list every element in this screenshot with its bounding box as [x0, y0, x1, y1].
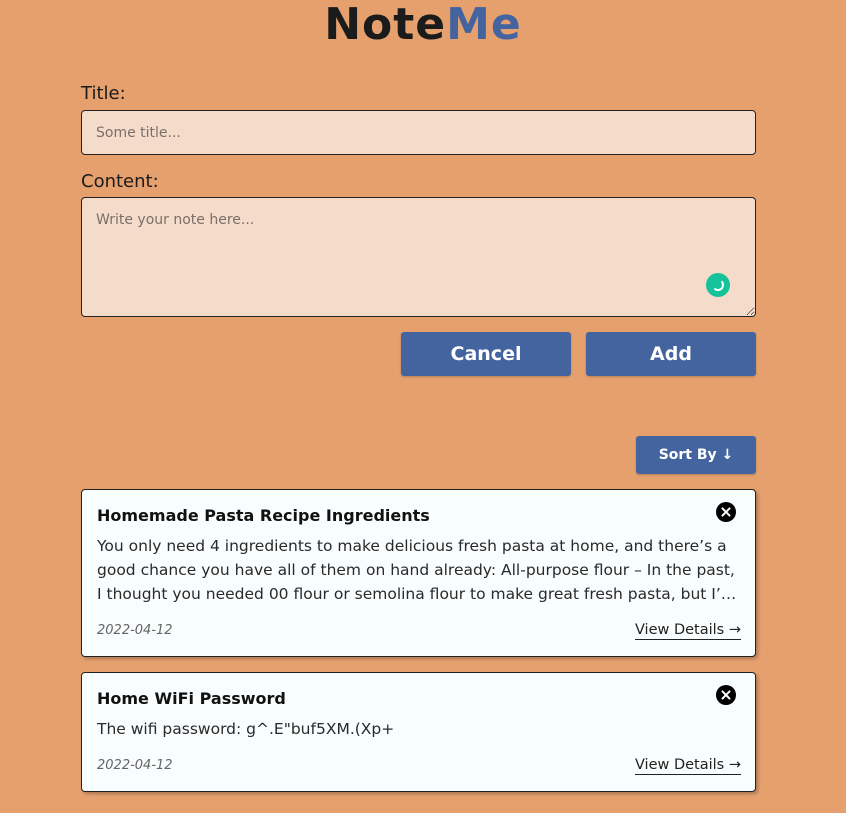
note-title: Home WiFi Password	[97, 689, 286, 708]
grammar-assistant-icon[interactable]	[706, 273, 730, 297]
note-title: Homemade Pasta Recipe Ingredients	[97, 506, 430, 525]
content-label: Content:	[81, 171, 159, 192]
note-date: 2022-04-12	[97, 758, 173, 773]
content-textarea[interactable]	[81, 197, 756, 317]
logo-part-note: Note	[324, 0, 447, 50]
title-input[interactable]	[81, 110, 756, 155]
note-date: 2022-04-12	[97, 623, 173, 638]
note-body: You only need 4 ingredients to make deli…	[97, 537, 740, 603]
note-card: Home WiFi Password The wifi password: g^…	[81, 672, 756, 792]
note-body: The wifi password: g^.E"buf5XM.(Xp+	[97, 720, 395, 738]
logo-part-me: Me	[446, 0, 522, 50]
view-details-link[interactable]: View Details →	[634, 622, 741, 640]
delete-note-icon[interactable]	[716, 685, 736, 705]
title-label: Title:	[81, 83, 126, 104]
delete-note-icon[interactable]	[716, 502, 736, 522]
cancel-button[interactable]: Cancel	[401, 332, 571, 376]
view-details-link[interactable]: View Details →	[634, 757, 741, 775]
app-logo: NoteMe	[0, 0, 846, 50]
note-card: Homemade Pasta Recipe Ingredients You on…	[81, 489, 756, 657]
add-button[interactable]: Add	[586, 332, 756, 376]
sort-by-button[interactable]: Sort By ↓	[636, 436, 756, 474]
